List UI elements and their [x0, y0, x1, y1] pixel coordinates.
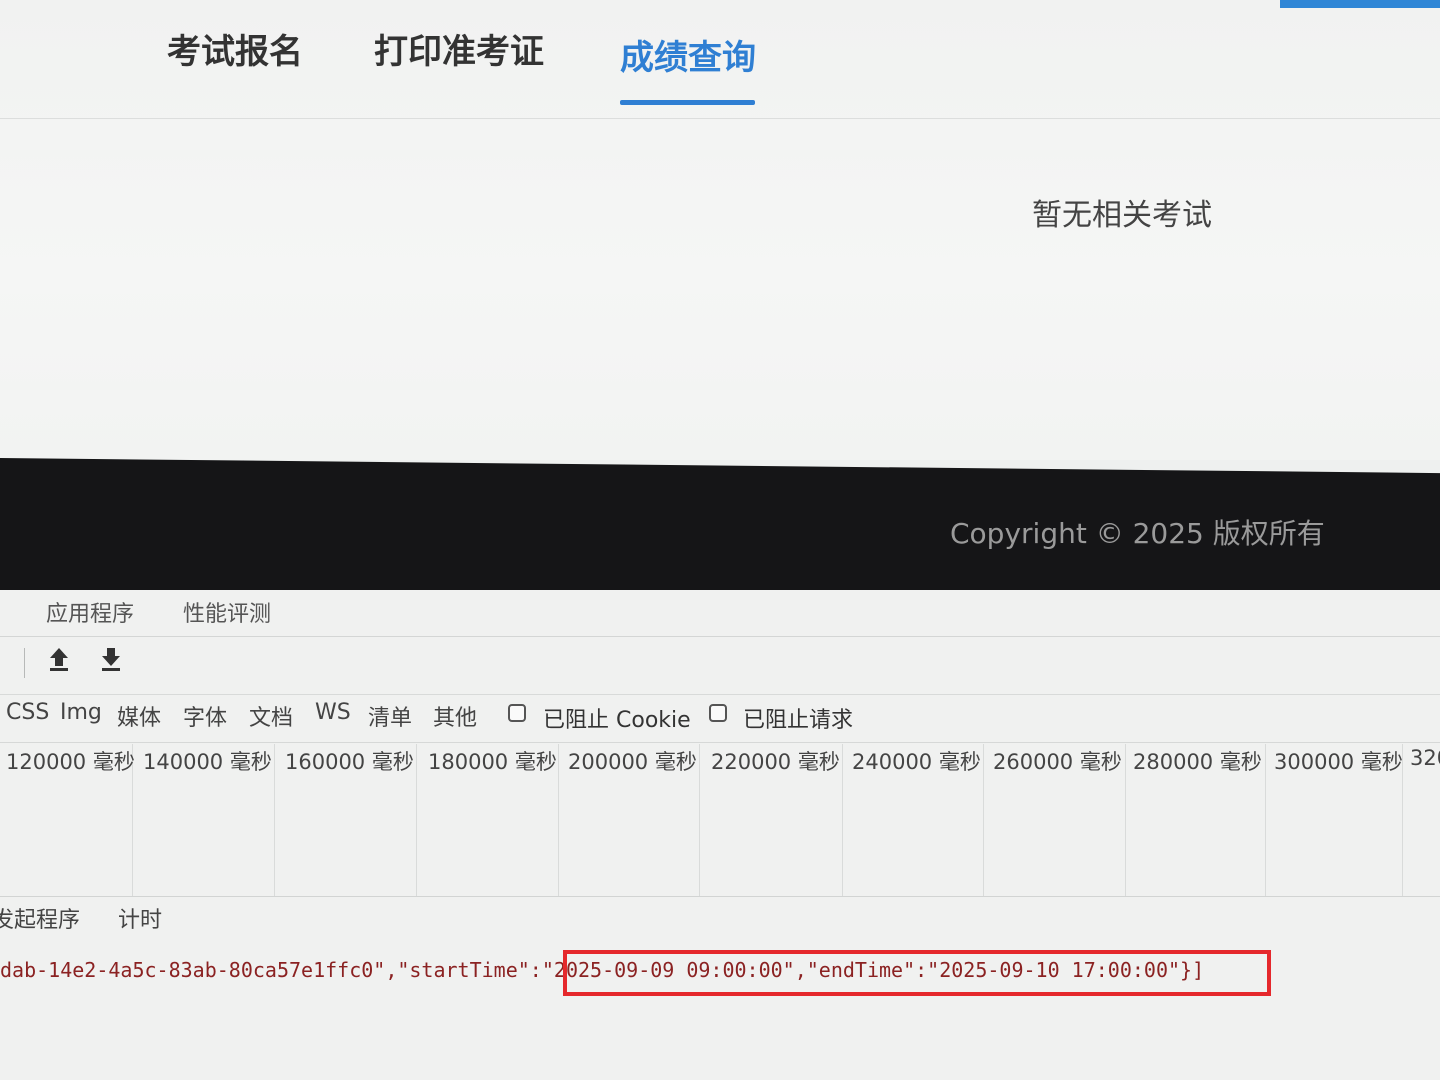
timeline-tick: 220000 毫秒	[711, 750, 840, 774]
blocked-requests-checkbox[interactable]	[709, 704, 727, 722]
timeline-gridline	[558, 744, 559, 896]
filter-media[interactable]: 媒体	[117, 700, 161, 732]
tab-score-query[interactable]: 成绩查询	[620, 30, 756, 79]
timeline-tick: 260000 毫秒	[993, 750, 1122, 774]
response-prefix: dab-14e2-4a5c-83ab-80ca57e1ffc0","startT…	[0, 958, 542, 982]
tab-exam-registration[interactable]: 考试报名	[167, 24, 303, 73]
tab-timing[interactable]: 计时	[118, 902, 162, 934]
filter-doc[interactable]: 文档	[249, 700, 293, 732]
timeline-gridline	[699, 744, 700, 896]
timeline-tick: 200000 毫秒	[568, 750, 697, 774]
timeline-tick: 120000 毫秒	[6, 750, 135, 774]
active-tab-underline	[620, 100, 755, 105]
timeline-tick: 160000 毫秒	[285, 750, 414, 774]
download-arrow-icon[interactable]	[94, 642, 128, 676]
filter-img[interactable]: Img	[60, 700, 102, 725]
tab-print-admission-ticket[interactable]: 打印准考证	[374, 24, 544, 73]
timeline-gridline	[416, 744, 417, 896]
blocked-cookies-label: 已阻止 Cookie	[543, 708, 691, 733]
timeline-tick: 240000 毫秒	[852, 750, 981, 774]
filter-ws[interactable]: WS	[315, 700, 351, 725]
devtools-tab-performance[interactable]: 性能评测	[183, 596, 271, 628]
timeline-tick: 180000 毫秒	[428, 750, 557, 774]
filter-css[interactable]: CSS	[6, 700, 49, 725]
timeline-tick: 320	[1410, 746, 1440, 770]
timeline-gridline	[1265, 744, 1266, 896]
upload-arrow-icon[interactable]	[42, 642, 76, 676]
footer-copyright: Copyright © 2025 版权所有	[950, 517, 1325, 550]
filter-other[interactable]: 其他	[433, 700, 477, 732]
blocked-requests-label: 已阻止请求	[743, 708, 854, 733]
timeline-gridline	[274, 744, 275, 896]
devtools-tab-application[interactable]: 应用程序	[46, 596, 134, 628]
network-toolbar	[0, 638, 1440, 695]
empty-state-message: 暂无相关考试	[1032, 198, 1212, 233]
timeline-gridline	[842, 744, 843, 896]
filter-font[interactable]: 字体	[183, 700, 227, 732]
timeline-tick: 140000 毫秒	[143, 750, 272, 774]
highlight-annotation-box	[563, 950, 1271, 996]
toolbar-divider	[24, 648, 25, 678]
timeline-gridline	[1125, 744, 1126, 896]
tab-initiator[interactable]: 发起程序	[0, 902, 80, 934]
request-detail-tabs	[0, 898, 1440, 944]
timeline-tick: 300000 毫秒	[1274, 750, 1403, 774]
timeline-tick: 280000 毫秒	[1133, 750, 1262, 774]
timeline-gridline	[983, 744, 984, 896]
blocked-cookies-checkbox[interactable]	[508, 704, 526, 722]
filter-manifest[interactable]: 清单	[368, 700, 412, 732]
